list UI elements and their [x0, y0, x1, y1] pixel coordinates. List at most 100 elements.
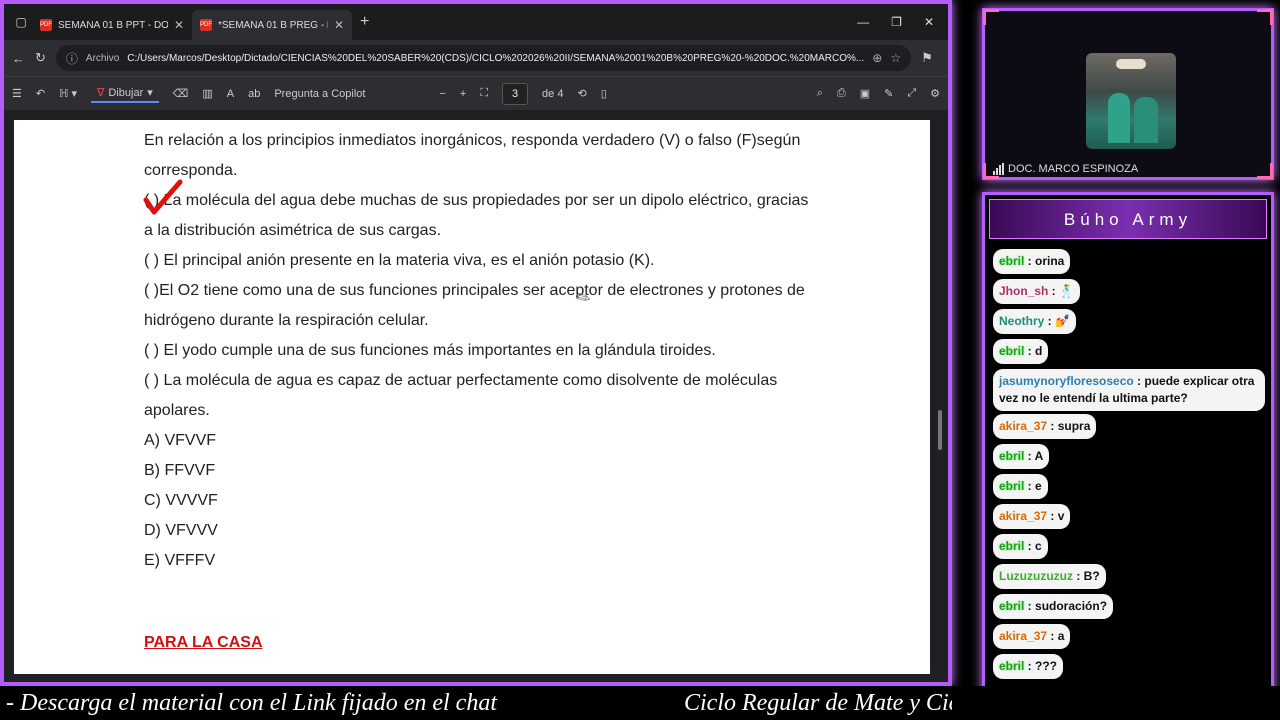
chat-username[interactable]: ebril: [999, 344, 1024, 358]
url-text: C:/Users/Marcos/Desktop/Dictado/CIENCIAS…: [127, 52, 865, 64]
bottom-ticker: - Descarga el material con el Link fijad…: [0, 686, 1280, 720]
webcam-video: [1086, 53, 1176, 149]
close-tab-icon[interactable]: ✕: [174, 18, 184, 32]
back-icon[interactable]: ←: [12, 51, 25, 66]
chat-username[interactable]: ebril: [999, 599, 1024, 613]
option-d: D) VFVVV: [144, 522, 218, 539]
minimize-icon[interactable]: —: [857, 15, 869, 29]
chat-username[interactable]: ebril: [999, 659, 1024, 673]
chat-message: ebril : ???: [993, 654, 1265, 684]
new-tab-icon[interactable]: +: [360, 13, 369, 31]
text-line: hidrógeno durante la respiración celular…: [144, 312, 429, 329]
chat-username[interactable]: Neothry: [999, 314, 1044, 328]
text-line: ( ) El yodo cumple una de sus funciones …: [144, 342, 716, 359]
chat-username[interactable]: akira_37: [999, 419, 1047, 433]
option-a: A) VFVVF: [144, 432, 217, 449]
text-icon[interactable]: A: [227, 88, 234, 100]
pdf-page[interactable]: En relación a los principios inmediatos …: [14, 120, 930, 674]
chat-message: ebril : sudoración?: [993, 594, 1265, 624]
chat-text: ???: [1035, 659, 1058, 673]
read-aloud-icon[interactable]: ab: [248, 88, 260, 100]
chat-bubble: akira_37 : v: [993, 504, 1071, 529]
presenter-name: DOC. MARCO ESPINOZA: [1008, 163, 1139, 175]
zoom-out-icon[interactable]: −: [439, 88, 445, 100]
tab-title: *SEMANA 01 B PREG - DOC. MAR: [218, 19, 328, 31]
contents-icon[interactable]: ☰: [12, 87, 22, 100]
chat-message: ebril : d: [993, 339, 1265, 369]
scrollbar[interactable]: [938, 410, 942, 450]
pdf-viewer[interactable]: En relación a los principios inmediatos …: [4, 110, 948, 682]
file-icon: ⓘ: [65, 51, 78, 66]
chat-separator: :: [1072, 569, 1084, 583]
person-figure: [1108, 93, 1130, 143]
reload-icon[interactable]: ↻: [35, 50, 46, 66]
frame-corner: [983, 9, 999, 25]
chat-username[interactable]: ebril: [999, 539, 1024, 553]
eraser-icon[interactable]: ⌫: [173, 87, 189, 100]
chat-username[interactable]: Luzuzuzuzuz: [999, 569, 1073, 583]
text-line: ( )El O2 tiene como una de sus funciones…: [144, 282, 805, 299]
chat-bubble: ebril : d: [993, 339, 1049, 364]
chat-message: ebril : A: [993, 444, 1265, 474]
pdf-icon: PDF: [40, 19, 52, 31]
zoom-icon[interactable]: ⊕: [872, 51, 882, 65]
chat-text: 🕺: [1059, 284, 1074, 298]
chat-username[interactable]: akira_37: [999, 629, 1047, 643]
pdf-icon: PDF: [200, 19, 212, 31]
person-figure: [1134, 97, 1158, 143]
browser-window: ▢ PDF SEMANA 01 B PPT - DOC. MARCO ✕ PDF…: [0, 0, 952, 686]
option-e: E) VFFFV: [144, 552, 216, 569]
tab-actions-icon[interactable]: ▢: [10, 15, 32, 29]
restore-icon[interactable]: ❐: [891, 15, 902, 29]
address-bar: ← ↻ ⓘ Archivo C:/Users/Marcos/Desktop/Di…: [4, 40, 948, 76]
settings-icon[interactable]: ⚙: [930, 87, 940, 100]
url-field[interactable]: ⓘ Archivo C:/Users/Marcos/Desktop/Dictad…: [55, 45, 912, 71]
option-c: C) VVVVF: [144, 492, 218, 509]
fullscreen-icon[interactable]: ⤢: [907, 87, 916, 100]
rotate-icon[interactable]: ⟲: [577, 87, 586, 100]
chat-separator: :: [1047, 509, 1058, 523]
frame-corner: [1257, 163, 1273, 179]
pen-icon: ∇: [97, 87, 105, 99]
close-window-icon[interactable]: ✕: [924, 15, 934, 29]
chat-message: ebril : e: [993, 474, 1265, 504]
chat-message: Jhon_sh : 🕺: [993, 279, 1265, 309]
checkmark-annotation: [143, 179, 183, 215]
chat-separator: :: [1133, 374, 1145, 388]
chat-username[interactable]: akira_37: [999, 509, 1047, 523]
save-icon[interactable]: ▣: [860, 87, 870, 100]
chat-username[interactable]: ebril: [999, 479, 1024, 493]
extensions-icon[interactable]: ⚑: [921, 50, 933, 66]
save-as-icon[interactable]: ✎: [884, 87, 893, 100]
page-total: de 4: [542, 87, 564, 100]
chat-username[interactable]: jasumynoryfloresoseco: [999, 374, 1134, 388]
page-view-icon[interactable]: ▯: [601, 87, 607, 100]
chat-username[interactable]: Jhon_sh: [999, 284, 1048, 298]
chat-text: c: [1035, 539, 1042, 553]
print-icon[interactable]: ⎙: [837, 87, 846, 100]
search-icon[interactable]: ⌕: [817, 87, 823, 100]
draw-button[interactable]: ∇ Dibujar ▾: [91, 84, 159, 103]
tab-title: SEMANA 01 B PPT - DOC. MARCO: [58, 19, 168, 31]
undo-icon[interactable]: ↶: [36, 87, 45, 100]
page-number-input[interactable]: 3: [502, 82, 529, 105]
close-tab-icon[interactable]: ✕: [334, 18, 344, 32]
layout-icon[interactable]: ▥: [202, 87, 212, 100]
chat-username[interactable]: ebril: [999, 254, 1024, 268]
favorite-star-icon[interactable]: ☆: [890, 51, 901, 65]
chat-message: Luzuzuzuzuz : B?: [993, 564, 1265, 594]
zoom-in-icon[interactable]: +: [460, 88, 466, 100]
chat-separator: :: [1024, 344, 1036, 358]
fit-page-icon[interactable]: ⛶: [480, 87, 488, 100]
chat-separator: :: [1024, 479, 1036, 493]
chat-text: v: [1057, 509, 1065, 523]
chat-panel: Búho Army ebril : orina Jhon_sh : 🕺 Neothr…: [982, 192, 1274, 716]
chat-username[interactable]: ebril: [999, 449, 1024, 463]
chat-separator: :: [1024, 539, 1036, 553]
tab-preg[interactable]: PDF *SEMANA 01 B PREG - DOC. MAR ✕: [192, 10, 352, 40]
highlight-icon[interactable]: ℍ ▾: [59, 87, 77, 100]
surgical-light: [1116, 59, 1146, 69]
tab-ppt[interactable]: PDF SEMANA 01 B PPT - DOC. MARCO ✕: [32, 10, 192, 40]
copilot-ask-button[interactable]: Pregunta a Copilot: [274, 88, 365, 100]
chat-separator: :: [1024, 659, 1036, 673]
